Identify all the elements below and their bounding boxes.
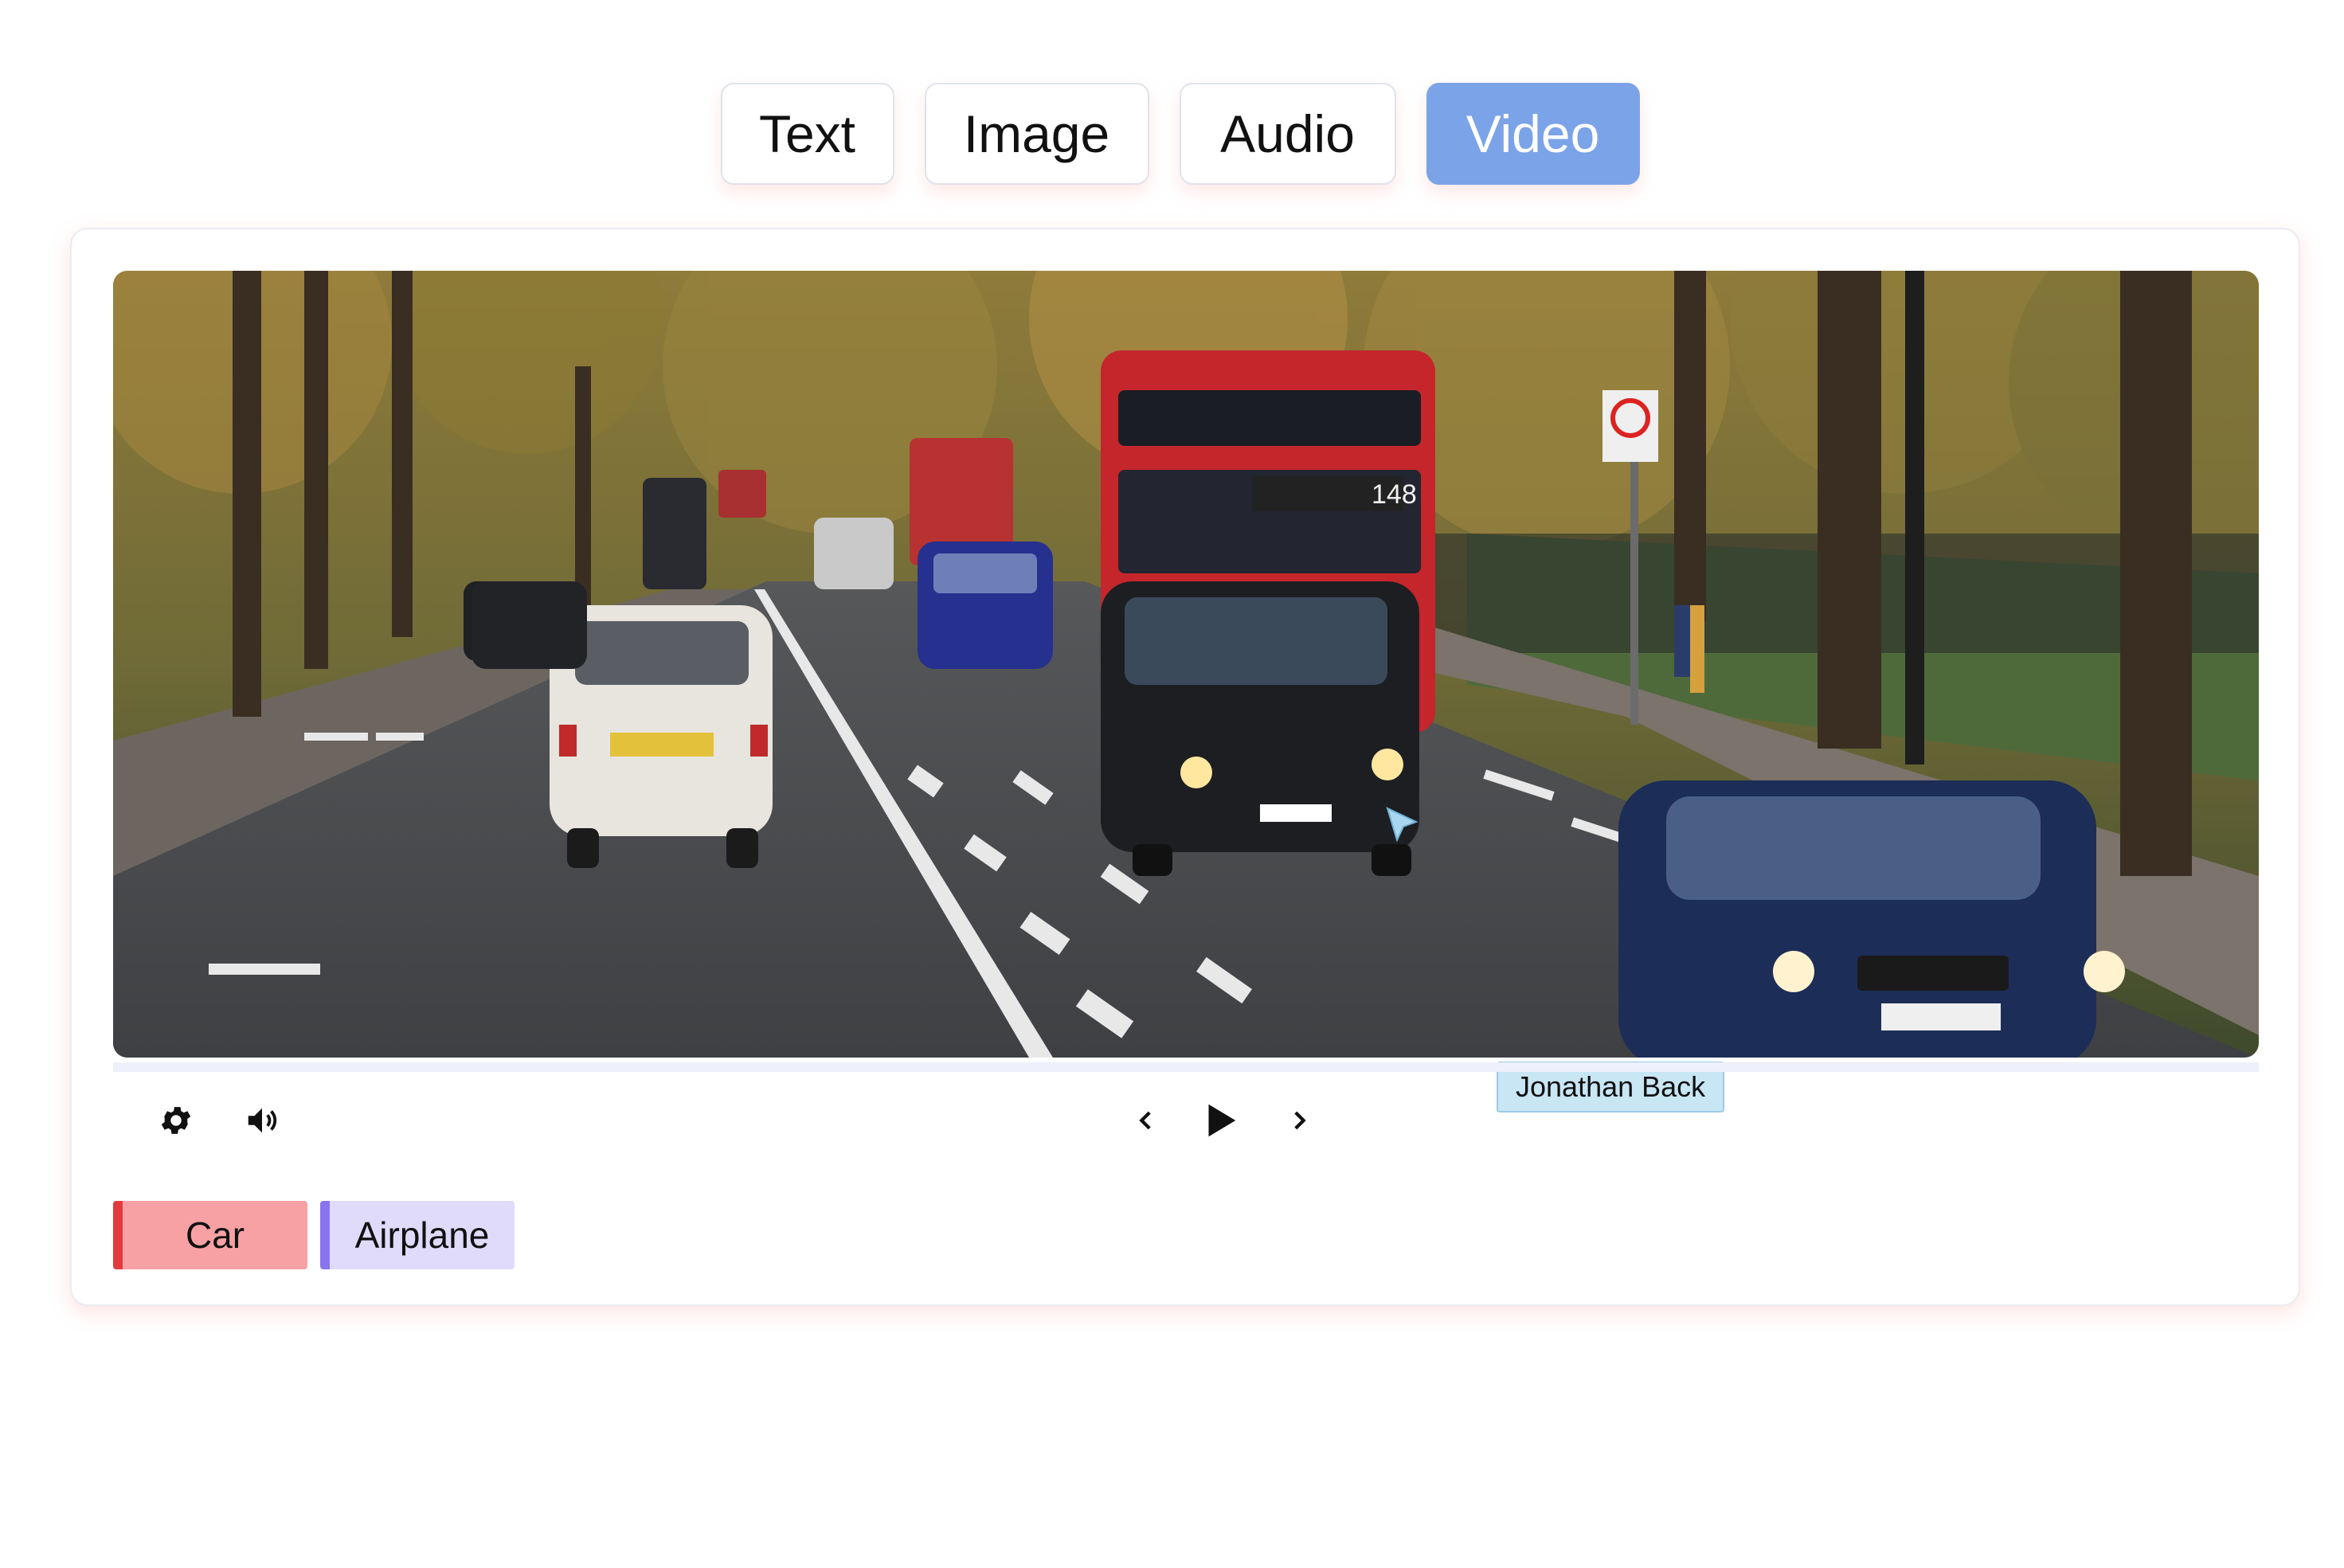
tab-text[interactable]: Text [720, 83, 894, 185]
modality-tabs: Text Image Audio Video [0, 83, 2344, 185]
annotation-card: 148 Jonathan Back Car Airplane [70, 228, 2300, 1306]
tab-image[interactable]: Image [924, 83, 1149, 185]
tab-audio[interactable]: Audio [1179, 83, 1396, 185]
chevron-right-icon[interactable] [1278, 1099, 1321, 1142]
tab-video[interactable]: Video [1426, 83, 1640, 185]
label-airplane[interactable]: Airplane [320, 1201, 515, 1269]
street-scene: 148 [113, 271, 2259, 1058]
video-scrubber[interactable] [113, 1062, 2259, 1072]
bus-route-number: 148 [1372, 479, 1417, 510]
gear-icon[interactable] [155, 1099, 198, 1142]
speaker-icon[interactable] [241, 1099, 284, 1142]
video-frame[interactable]: 148 [113, 271, 2259, 1058]
video-controls [113, 1089, 2259, 1169]
label-car[interactable]: Car [113, 1201, 307, 1269]
play-icon[interactable] [1193, 1094, 1246, 1147]
chevron-left-icon[interactable] [1125, 1099, 1168, 1142]
